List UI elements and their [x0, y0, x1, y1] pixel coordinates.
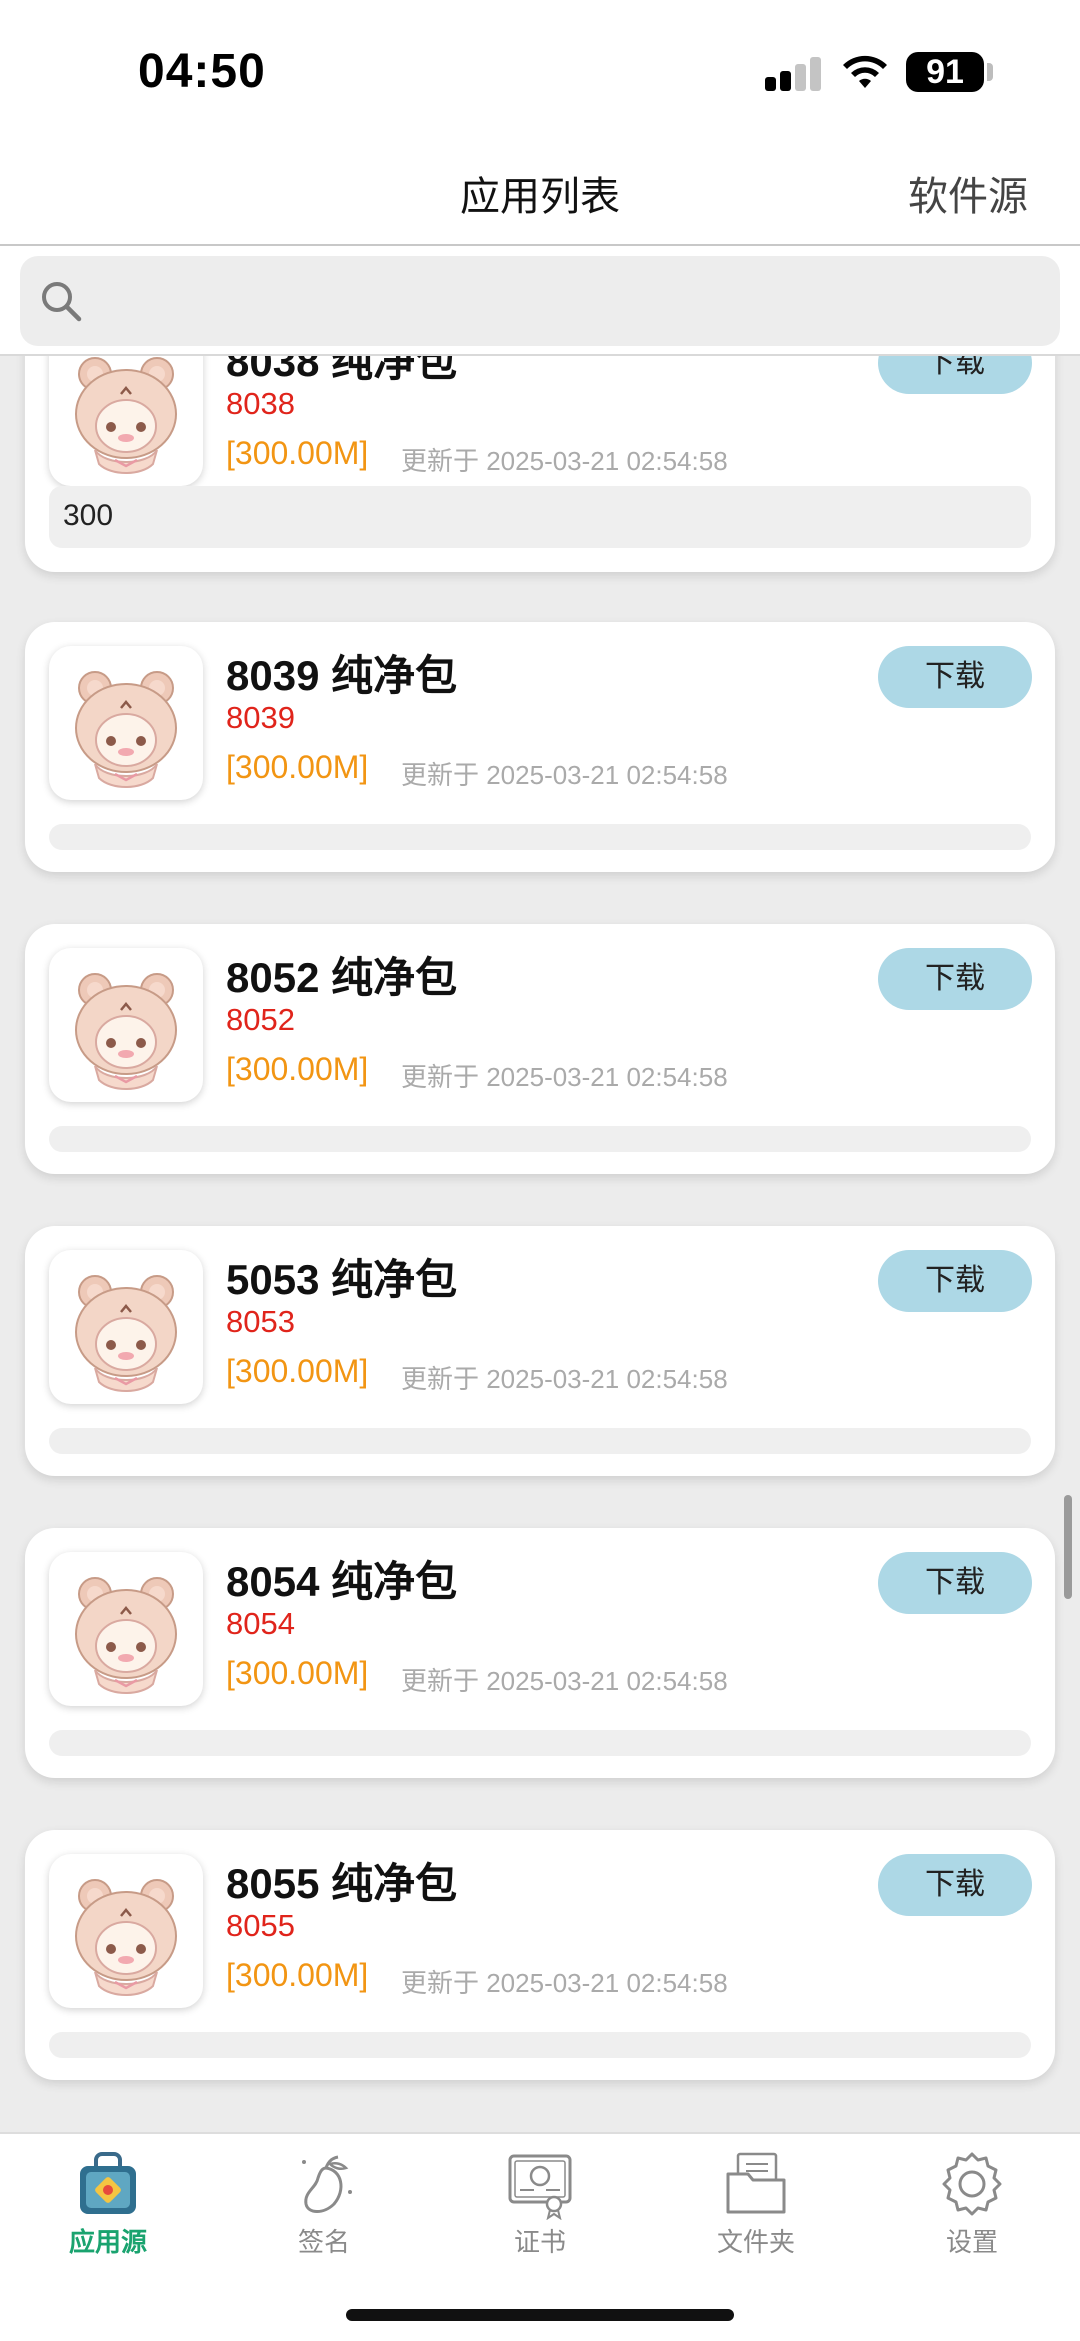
app-id: 8038	[226, 386, 295, 421]
app-name: 5053 纯净包	[226, 1256, 458, 1303]
home-indicator[interactable]	[346, 2309, 734, 2321]
app-name: 8054 纯净包	[226, 1558, 458, 1605]
battery-tip	[987, 63, 993, 81]
app-name: 8038 纯净包	[226, 356, 458, 385]
app-size: [300.00M]	[226, 435, 369, 471]
certificate-icon	[508, 2154, 572, 2220]
mango-sign-icon	[302, 2155, 352, 2213]
pig-avatar-icon	[49, 1854, 203, 2008]
download-button[interactable]: 下载	[878, 1250, 1032, 1312]
tab-app-source[interactable]: 应用源	[28, 2148, 188, 2278]
pig-avatar-icon	[49, 356, 203, 486]
app-name: 8052 纯净包	[226, 954, 458, 1001]
tab-label: 签名	[297, 2227, 350, 2257]
app-updated-time: 更新于 2025-03-21 02:54:58	[401, 1364, 728, 1394]
tab-label: 应用源	[68, 2227, 147, 2257]
tab-settings[interactable]: 设置	[892, 2148, 1052, 2278]
app-description	[49, 1730, 1031, 1756]
wifi-icon	[843, 55, 887, 88]
app-description	[49, 824, 1031, 850]
app-store-bag-icon	[80, 2152, 136, 2214]
app-updated-time: 更新于 2025-03-21 02:54:58	[401, 1666, 728, 1696]
nav-bar: 应用列表 软件源	[0, 150, 1080, 246]
app-size: [300.00M]	[226, 749, 369, 785]
app-name: 8055 纯净包	[226, 1860, 458, 1907]
download-button[interactable]: 下载	[878, 356, 1032, 394]
app-size: [300.00M]	[226, 1655, 369, 1691]
cellular-signal-icon	[765, 57, 823, 91]
app-id: 8055	[226, 1908, 295, 1943]
app-updated-time: 更新于 2025-03-21 02:54:58	[401, 446, 728, 476]
app-description: 300	[49, 486, 1031, 548]
app-id: 8054	[226, 1606, 295, 1641]
app-name: 8039 纯净包	[226, 652, 458, 699]
app-card[interactable]: 8055 纯净包 8055 [300.00M] 更新于 2025-03-21 0…	[25, 1830, 1055, 2080]
app-size: [300.00M]	[226, 1051, 369, 1087]
download-button[interactable]: 下载	[878, 948, 1032, 1010]
folder-icon	[726, 2152, 786, 2214]
app-id: 8052	[226, 1002, 295, 1037]
app-updated-time: 更新于 2025-03-21 02:54:58	[401, 760, 728, 790]
tab-sign[interactable]: 签名	[244, 2148, 404, 2278]
tab-label: 文件夹	[716, 2227, 795, 2257]
pig-avatar-icon	[49, 1250, 203, 1404]
download-button[interactable]: 下载	[878, 1854, 1032, 1916]
app-card[interactable]: 8038 纯净包 8038 [300.00M] 更新于 2025-03-21 0…	[25, 356, 1055, 572]
app-card[interactable]: 8039 纯净包 8039 [300.00M] 更新于 2025-03-21 0…	[25, 622, 1055, 872]
search-input[interactable]	[100, 256, 1040, 346]
software-source-button[interactable]: 软件源	[908, 164, 1028, 222]
tab-label: 设置	[945, 2227, 998, 2257]
app-updated-time: 更新于 2025-03-21 02:54:58	[401, 1062, 728, 1092]
tab-label: 证书	[513, 2227, 566, 2257]
search-box[interactable]	[20, 256, 1060, 346]
pig-avatar-icon	[49, 646, 203, 800]
app-size: [300.00M]	[226, 1353, 369, 1389]
app-card[interactable]: 8054 纯净包 8054 [300.00M] 更新于 2025-03-21 0…	[25, 1528, 1055, 1778]
status-bar: 04:50 91	[0, 0, 1080, 150]
battery-icon: 91	[906, 52, 984, 92]
app-description	[49, 1126, 1031, 1152]
tab-certificate[interactable]: 证书	[460, 2148, 620, 2278]
search-bar	[0, 246, 1080, 356]
app-list[interactable]: 8038 纯净包 8038 [300.00M] 更新于 2025-03-21 0…	[0, 356, 1080, 2132]
app-description	[49, 2032, 1031, 2058]
search-icon	[42, 282, 82, 322]
app-card[interactable]: 8052 纯净包 8052 [300.00M] 更新于 2025-03-21 0…	[25, 924, 1055, 1174]
app-size: [300.00M]	[226, 1957, 369, 1993]
app-card[interactable]: 5053 纯净包 8053 [300.00M] 更新于 2025-03-21 0…	[25, 1226, 1055, 1476]
tab-folder[interactable]: 文件夹	[676, 2148, 836, 2278]
app-description	[49, 1428, 1031, 1454]
app-updated-time: 更新于 2025-03-21 02:54:58	[401, 1968, 728, 1998]
status-time: 04:50	[138, 45, 266, 98]
pig-avatar-icon	[49, 1552, 203, 1706]
download-button[interactable]: 下载	[878, 646, 1032, 708]
scroll-indicator[interactable]	[1064, 1495, 1072, 1599]
app-id: 8053	[226, 1304, 295, 1339]
app-id: 8039	[226, 700, 295, 735]
download-button[interactable]: 下载	[878, 1552, 1032, 1614]
pig-avatar-icon	[49, 948, 203, 1102]
gear-icon	[942, 2152, 1002, 2216]
